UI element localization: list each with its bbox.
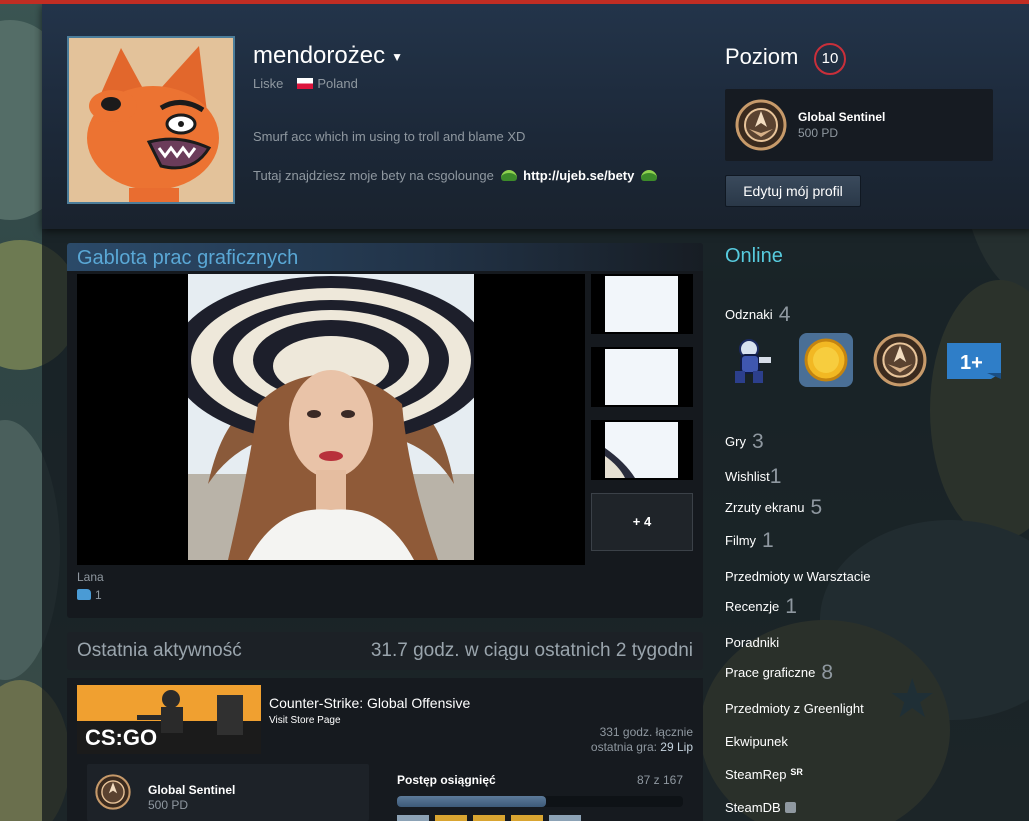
favorite-badge-xp: 500 PD xyxy=(798,126,839,140)
badges-link[interactable]: Odznaki 4 xyxy=(725,303,790,327)
achievement-progress-fill xyxy=(397,796,546,807)
persona-name[interactable]: mendorożec ▼ xyxy=(253,42,403,70)
game-badge-xp: 500 PD xyxy=(148,798,189,812)
thumbs-up-icon xyxy=(77,589,91,600)
game-name[interactable]: Counter-Strike: Global Offensive xyxy=(269,695,470,711)
artwork-thumbnail[interactable] xyxy=(591,420,693,480)
main-artwork[interactable] xyxy=(77,274,585,565)
badge-icons-row: 1+ xyxy=(725,333,1001,387)
store-page-link[interactable]: Visit Store Page xyxy=(269,715,341,726)
steamdb-icon xyxy=(784,802,796,813)
game-capsule-image[interactable]: CS:GO xyxy=(77,685,261,754)
favorite-badge-name: Global Sentinel xyxy=(798,110,886,124)
recent-hours-summary: 31.7 godz. w ciągu ostatnich 2 tygodni xyxy=(370,640,693,661)
achievement-progress-bar xyxy=(397,796,683,807)
real-name-location: Liske Poland xyxy=(253,76,358,91)
sidebar-item-guides[interactable]: Poradniki xyxy=(725,635,779,650)
achievement-icon[interactable] xyxy=(511,815,543,821)
artwork-caption: Lana xyxy=(77,570,104,584)
recent-game: CS:GO Counter-Strike: Global Offensive V… xyxy=(67,678,703,821)
showcase-header: Gablota prac graficznych xyxy=(67,243,703,271)
top-accent-bar xyxy=(0,0,1029,4)
artwork-showcase: Gablota prac graficznych + 4 Lana 1 xyxy=(67,243,703,618)
sidebar-item-videos[interactable]: Filmy 1 xyxy=(725,529,774,553)
recent-activity-title: Ostatnia aktywność xyxy=(77,640,242,661)
sidebar-item-reviews[interactable]: Recenzje 1 xyxy=(725,595,797,619)
achievement-icon[interactable] xyxy=(397,815,429,821)
steamrep-icon: SR xyxy=(790,767,803,777)
achievement-icon[interactable] xyxy=(435,815,467,821)
sidebar-item-wishlist[interactable]: Wishlist1 xyxy=(725,465,781,489)
game-badge-name: Global Sentinel xyxy=(148,783,236,797)
sidebar-item-screenshots[interactable]: Zrzuty ekranu 5 xyxy=(725,496,822,520)
sidebar-item-games[interactable]: Gry 3 xyxy=(725,430,764,454)
chevron-down-icon[interactable]: ▼ xyxy=(391,50,403,64)
profile-summary-line: Smurf acc which im using to troll and bl… xyxy=(253,129,526,144)
favorite-badge[interactable]: Global Sentinel 500 PD xyxy=(725,89,993,161)
global-sentinel-badge-icon[interactable] xyxy=(873,333,927,387)
showcase-title: Gablota prac graficznych xyxy=(77,247,299,269)
rating-count: 1 xyxy=(95,588,102,602)
artwork-thumbnail[interactable] xyxy=(591,347,693,407)
sidebar-item-steamrep[interactable]: SteamRep SR xyxy=(725,767,803,782)
level-label: Poziom xyxy=(725,44,799,69)
sidebar-item-greenlight[interactable]: Przedmioty z Greenlight xyxy=(725,701,864,716)
summary-link[interactable]: http://ujeb.se/bety xyxy=(523,168,634,183)
achievement-icon[interactable] xyxy=(473,815,505,821)
avatar[interactable] xyxy=(67,36,235,204)
more-artwork-button[interactable]: + 4 xyxy=(591,493,693,551)
game-badge[interactable]: Global Sentinel 500 PD xyxy=(87,764,369,821)
artwork-image[interactable] xyxy=(188,274,474,560)
real-name: Liske xyxy=(253,76,284,91)
sidebar-item-workshop[interactable]: Przedmioty w Warsztacie xyxy=(725,569,870,584)
sidebar-item-steamdb[interactable]: SteamDB xyxy=(725,800,796,815)
profile-summary-line: Tutaj znajdziesz moje bety na csgolounge… xyxy=(253,168,660,183)
country: Poland xyxy=(317,76,358,91)
years-of-service-badge-icon[interactable]: 1+ xyxy=(947,333,1001,387)
game-hours: 331 godz. łącznie ostatnia gra: 29 Lip xyxy=(590,725,693,754)
global-sentinel-badge-icon xyxy=(95,774,131,810)
online-status: Online xyxy=(725,245,783,267)
astronaut-badge-icon[interactable] xyxy=(725,333,779,387)
sidebar-item-artwork[interactable]: Prace graficzne 8 xyxy=(725,661,833,685)
edit-profile-button[interactable]: Edytuj mój profil xyxy=(725,175,861,207)
achievement-icons xyxy=(397,815,581,821)
watermelon-emoticon-icon xyxy=(641,170,657,181)
recent-activity-header: Ostatnia aktywność 31.7 godz. w ciągu os… xyxy=(67,632,703,670)
achievement-icon[interactable] xyxy=(549,815,581,821)
years-badge-text: 1+ xyxy=(960,352,983,374)
profile-header: mendorożec ▼ Liske Poland Smurf acc which … xyxy=(42,4,1029,229)
capsule-logo-text: CS:GO xyxy=(85,725,157,750)
artwork-thumbnail[interactable] xyxy=(591,274,693,334)
artwork-rating[interactable]: 1 xyxy=(77,588,102,602)
watermelon-emoticon-icon xyxy=(500,170,517,181)
level-badge[interactable]: 10 xyxy=(814,43,846,75)
achievement-count: 87 z 167 xyxy=(636,773,683,787)
gold-coin-badge-icon[interactable] xyxy=(799,333,853,387)
sidebar-item-inventory[interactable]: Ekwipunek xyxy=(725,734,788,749)
poland-flag-icon xyxy=(297,78,314,89)
achievement-progress-label[interactable]: Postęp osiągnięć xyxy=(397,773,496,787)
global-sentinel-badge-icon xyxy=(735,99,787,156)
